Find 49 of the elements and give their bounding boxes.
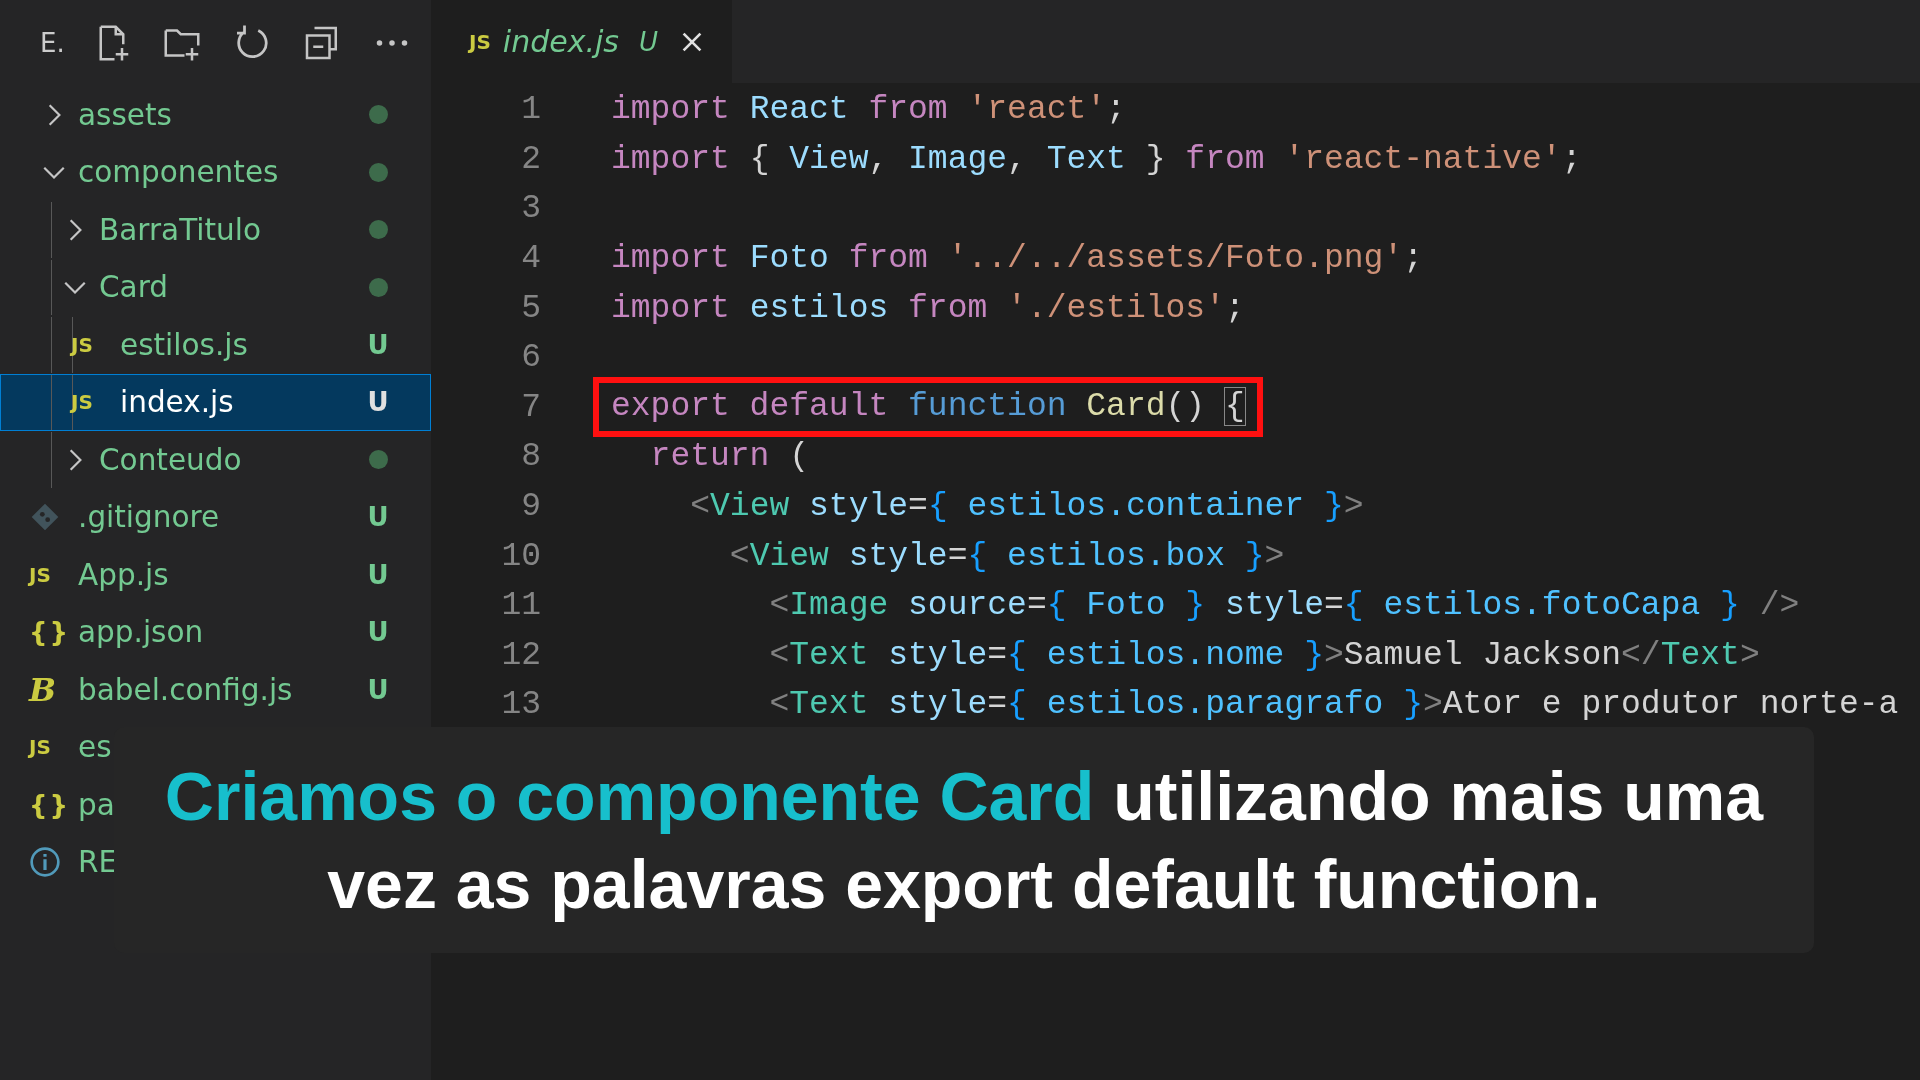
- line-number: 13: [500, 686, 541, 724]
- file-tree-item[interactable]: BarraTitulo: [0, 201, 431, 259]
- code-line: import React from 'react';: [611, 91, 1126, 129]
- caption-text: Criamos o componente Card utilizando mais uma vez as palavras export default function.: [163, 757, 1765, 924]
- line-number: 2: [520, 140, 541, 178]
- line-number: 12: [500, 636, 541, 674]
- line-number: 11: [500, 587, 541, 625]
- file-tree-item[interactable]: Conteudo: [0, 431, 431, 489]
- file-tree-item[interactable]: JS es: [0, 718, 114, 776]
- code-line: import Foto from '../../assets/Foto.png';: [611, 240, 1423, 278]
- line-number: 3: [520, 190, 541, 228]
- file-tree-item[interactable]: assets: [0, 86, 431, 144]
- js-file-icon: JS: [29, 735, 51, 760]
- editor-tab[interactable]: JS index.js U: [431, 0, 732, 83]
- js-file-icon: JS: [29, 562, 51, 587]
- line-number: 9: [520, 488, 541, 526]
- line-number: 5: [520, 289, 541, 327]
- explorer-title: E.: [40, 28, 62, 58]
- line-number: 8: [520, 438, 541, 476]
- code-line: <Text style={ estilos.nome }>Samuel Jackson</Text>: [768, 636, 1760, 674]
- file-tree-item[interactable]: JS estilos.js U: [0, 316, 431, 374]
- line-number: 7: [520, 388, 541, 426]
- json-file-icon: {}: [29, 617, 71, 648]
- line-number: 4: [520, 240, 541, 278]
- code-line: export default function Card() {: [611, 388, 1245, 426]
- file-tree-item[interactable]: componentes: [0, 143, 431, 201]
- file-tree-item[interactable]: .gitignore U: [0, 488, 431, 546]
- file-tree-item[interactable]: RE: [0, 833, 114, 891]
- json-file-icon: {}: [29, 789, 71, 820]
- code-line: <Image source={ Foto } style={ estilos.fotoCapa } />: [768, 587, 1800, 625]
- file-tree-item[interactable]: JS App.js U: [0, 546, 431, 604]
- file-tree-item[interactable]: {} app.json U: [0, 603, 431, 661]
- line-number: 1: [520, 91, 541, 129]
- code-line: return (: [649, 438, 810, 476]
- code-line: import { View, Image, Text } from 'react-native';: [611, 140, 1582, 178]
- line-number: 10: [500, 537, 541, 575]
- code-line: <View style={ estilos.container }>: [689, 488, 1364, 526]
- file-tree-item[interactable]: JS index.js U: [0, 373, 431, 431]
- js-file-icon: JS: [71, 332, 93, 357]
- info-icon: [29, 846, 61, 879]
- file-tree-item[interactable]: Card: [0, 258, 431, 316]
- file-tree-item[interactable]: {} pa: [0, 776, 114, 834]
- code-line: import estilos from './estilos';: [611, 289, 1245, 327]
- code-line: <View style={ estilos.box }>: [728, 537, 1285, 575]
- file-tree-item[interactable]: B babel.config.js U: [0, 661, 431, 719]
- babel-file-icon: B: [29, 670, 57, 709]
- line-number: 6: [520, 339, 541, 377]
- code-line: <Text style={ estilos.paragrafo }>Ator e produtor norte-a: [768, 686, 1899, 724]
- js-file-icon: JS: [71, 390, 93, 415]
